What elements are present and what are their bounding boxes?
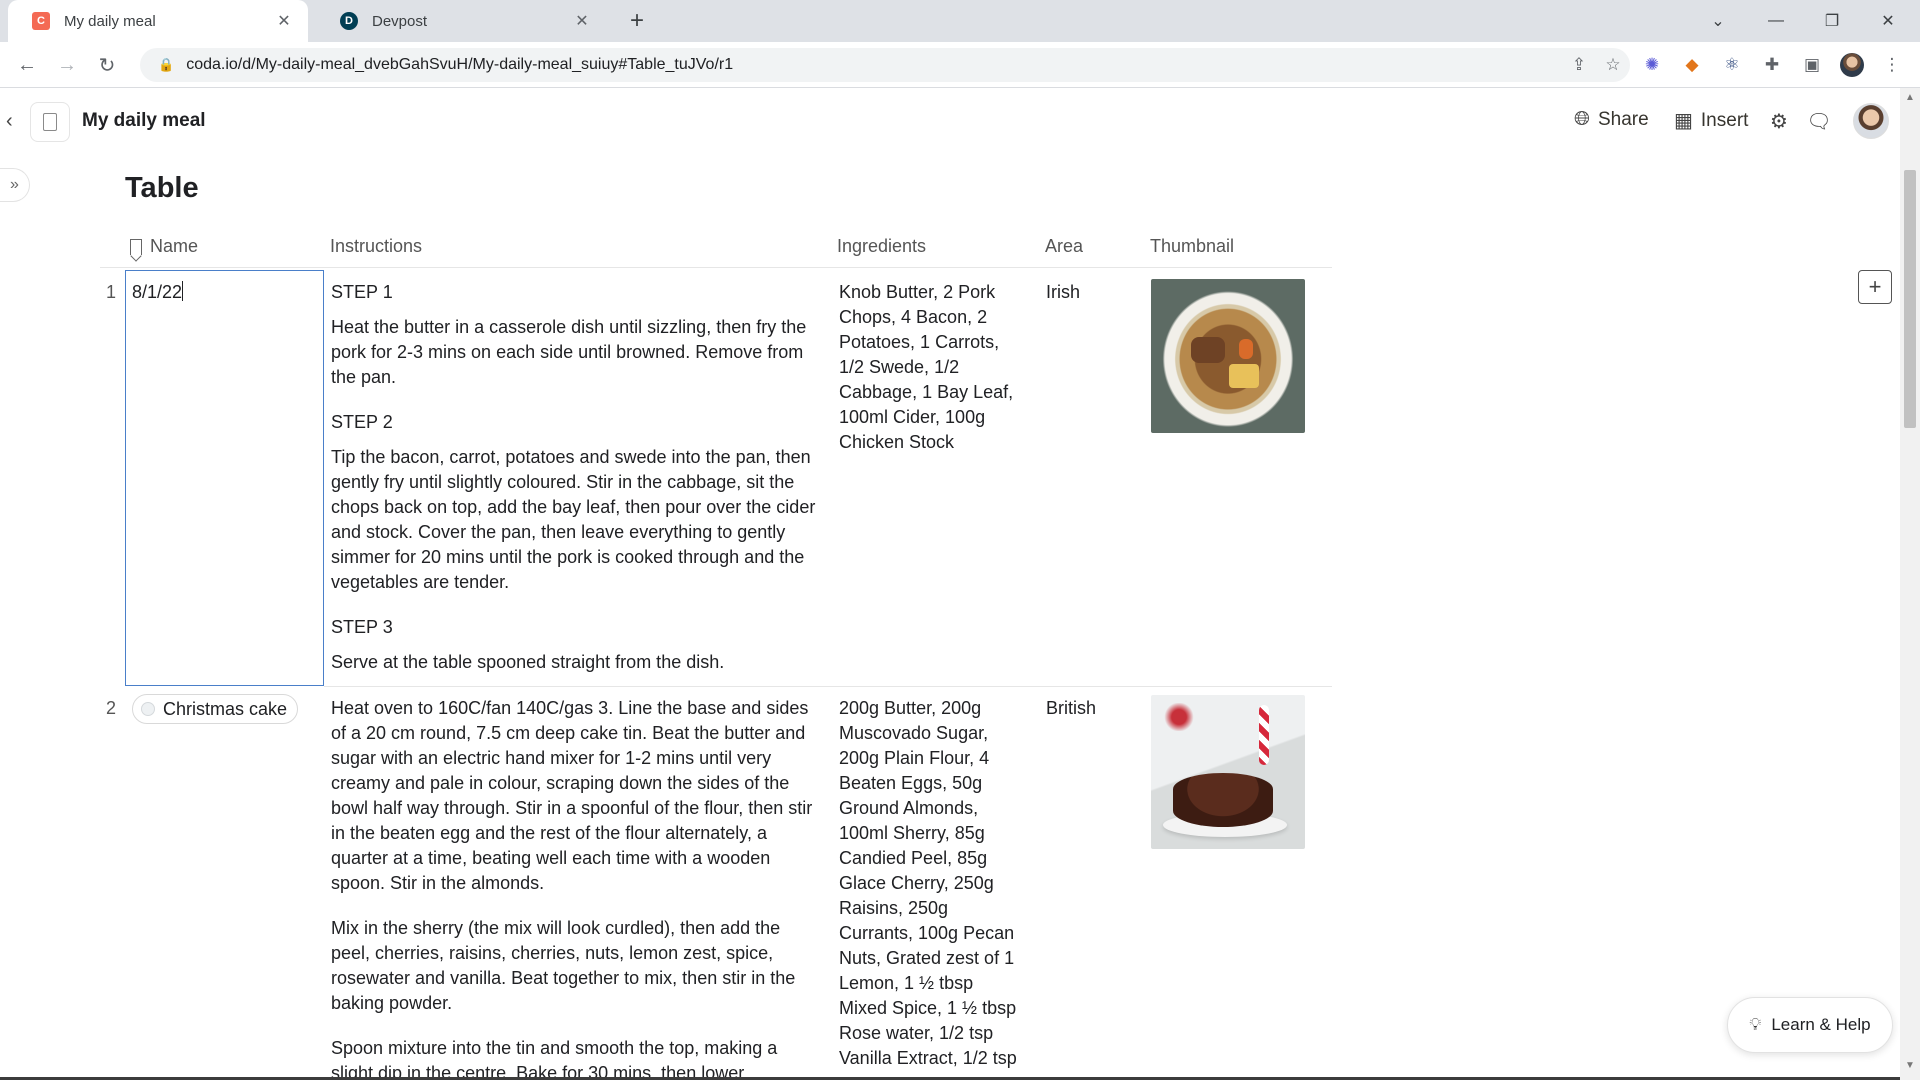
name-cell-editing[interactable]: 8/1/22 [125, 270, 324, 686]
collapse-back-chevron-icon[interactable]: ‹ [6, 110, 13, 133]
paragraph: Heat oven to 160C/fan 140C/gas 3. Line t… [331, 698, 813, 893]
insert-label: Insert [1700, 109, 1749, 131]
scroll-up-arrow-icon[interactable]: ▲ [1902, 92, 1918, 108]
row-number: 2 [105, 698, 116, 718]
table-header: Name Instructions Ingredients Area Thumb… [100, 228, 1332, 268]
step-text: Serve at the table spooned straight from… [331, 652, 725, 672]
step-label: STEP 3 [331, 617, 393, 637]
paragraph: Mix in the sherry (the mix will look cur… [331, 918, 796, 1013]
instructions-cell[interactable]: STEP 1 Heat the butter in a casserole di… [331, 280, 821, 695]
browser-tab-strip: C My daily meal ✕ D Devpost ✕ + ⌄ — ❐ ✕ [0, 0, 1920, 42]
side-panel-icon[interactable]: ▣ [1800, 53, 1824, 77]
grid-insert-icon: ▦ [1674, 110, 1693, 132]
tab-my-daily-meal[interactable]: C My daily meal ✕ [8, 0, 308, 42]
column-header-area[interactable]: Area [1045, 236, 1083, 257]
column-header-name[interactable]: Name [130, 236, 198, 257]
restore-window-icon[interactable]: ❐ [1810, 0, 1854, 42]
url-text: coda.io/d/My-daily-meal_dvebGahSvuH/My-d… [186, 56, 734, 73]
step-text: Tip the bacon, carrot, potatoes and swed… [331, 447, 816, 592]
share-label: Share [1598, 108, 1649, 130]
scrollbar-thumb[interactable] [1904, 170, 1916, 428]
globe-icon: 🌐︎ [1574, 108, 1590, 130]
react-devtools-icon[interactable]: ⚛ [1720, 53, 1744, 77]
row-divider [324, 686, 1332, 687]
add-comment-plus-icon[interactable]: + [1858, 270, 1892, 304]
expand-sidebar-chevrons-icon[interactable]: » [0, 168, 30, 202]
row-icon [141, 702, 155, 716]
ingredients-cell[interactable]: 200g Butter, 200g Muscovado Sugar, 200g … [839, 696, 1024, 1071]
bookmark-icon [130, 238, 142, 255]
column-header-ingredients[interactable]: Ingredients [837, 236, 926, 257]
minimize-window-icon[interactable]: — [1754, 0, 1798, 42]
page-title: Table [125, 172, 199, 204]
chip-label: Christmas cake [163, 698, 288, 719]
doc-title[interactable]: My daily meal [82, 110, 206, 132]
tab-title: My daily meal [64, 12, 156, 30]
column-label: Thumbnail [1150, 236, 1235, 256]
coda-favicon-icon: C [32, 12, 50, 30]
area-cell[interactable]: Irish [1046, 280, 1136, 305]
close-tab-icon[interactable]: ✕ [572, 11, 592, 31]
doc-page-icon[interactable] [30, 102, 70, 142]
chrome-profile-avatar[interactable] [1840, 53, 1864, 77]
column-header-thumbnail[interactable]: Thumbnail [1150, 236, 1234, 257]
row-name-chip[interactable]: Christmas cake [132, 694, 299, 724]
christmas-cake-thumbnail-image[interactable] [1151, 695, 1305, 849]
scroll-down-arrow-icon[interactable]: ▼ [1902, 1060, 1918, 1076]
tab-title: Devpost [372, 12, 428, 30]
column-label: Ingredients [837, 236, 927, 256]
paragraph: Spoon mixture into the tin and smooth th… [331, 1038, 778, 1080]
instructions-cell[interactable]: Heat oven to 160C/fan 140C/gas 3. Line t… [331, 696, 821, 1080]
column-header-instructions[interactable]: Instructions [330, 236, 422, 257]
reload-icon[interactable]: ↻ [93, 51, 121, 79]
lock-icon: 🔒 [158, 57, 175, 72]
ingredients-cell[interactable]: Knob Butter, 2 Pork Chops, 4 Bacon, 2 Po… [839, 280, 1024, 455]
browser-toolbar: ← → ↻ 🔒 coda.io/d/My-daily-meal_dvebGahS… [0, 42, 1920, 88]
lightbulb-icon: 💡︎ [1749, 1015, 1762, 1034]
row-number: 1 [105, 282, 116, 302]
metamask-fox-icon[interactable]: ◆ [1680, 53, 1704, 77]
learn-and-help-button[interactable]: 💡︎ Learn & Help [1727, 997, 1893, 1053]
extension-sparkle-icon[interactable]: ✺ [1640, 53, 1664, 77]
extensions-puzzle-icon[interactable]: ✚ [1760, 53, 1784, 77]
share-button[interactable]: 🌐︎ Share [1574, 108, 1649, 131]
column-label: Name [150, 236, 199, 256]
back-arrow-icon[interactable]: ← [13, 51, 41, 79]
column-label: Instructions [330, 236, 423, 256]
name-cell-text: 8/1/22 [132, 282, 183, 302]
column-label: Area [1045, 236, 1084, 256]
step-label: STEP 1 [331, 282, 393, 302]
bookmark-star-icon[interactable]: ☆ [1596, 55, 1630, 75]
settings-gear-icon[interactable]: ⚙ [1766, 108, 1792, 134]
area-cell[interactable]: British [1046, 696, 1136, 721]
stew-thumbnail-image[interactable] [1151, 279, 1305, 433]
share-page-icon[interactable]: ⇪ [1562, 55, 1596, 75]
comments-icon[interactable]: 🗨︎ [1806, 108, 1832, 134]
tab-search-chevron-icon[interactable]: ⌄ [1696, 0, 1740, 42]
tab-devpost[interactable]: D Devpost ✕ [316, 0, 606, 42]
user-avatar[interactable] [1853, 103, 1889, 139]
close-window-icon[interactable]: ✕ [1866, 0, 1910, 42]
name-cell[interactable]: Christmas cake [132, 694, 299, 724]
chrome-menu-kebab-icon[interactable]: ⋮ [1880, 53, 1904, 77]
new-tab-plus-icon[interactable]: + [624, 7, 650, 34]
step-label: STEP 2 [331, 412, 393, 432]
forward-arrow-icon[interactable]: → [53, 51, 81, 79]
text-caret [182, 281, 184, 301]
close-tab-icon[interactable]: ✕ [274, 11, 294, 31]
devpost-favicon-icon: D [340, 12, 358, 30]
learn-help-label: Learn & Help [1771, 1015, 1871, 1034]
doc-header: ‹ My daily meal 🌐︎ Share ▦ Insert ⚙ 🗨︎ [0, 88, 1900, 154]
insert-button[interactable]: ▦ Insert [1674, 108, 1748, 133]
address-bar[interactable]: 🔒 coda.io/d/My-daily-meal_dvebGahSvuH/My… [140, 48, 1630, 82]
step-text: Heat the butter in a casserole dish unti… [331, 317, 807, 387]
